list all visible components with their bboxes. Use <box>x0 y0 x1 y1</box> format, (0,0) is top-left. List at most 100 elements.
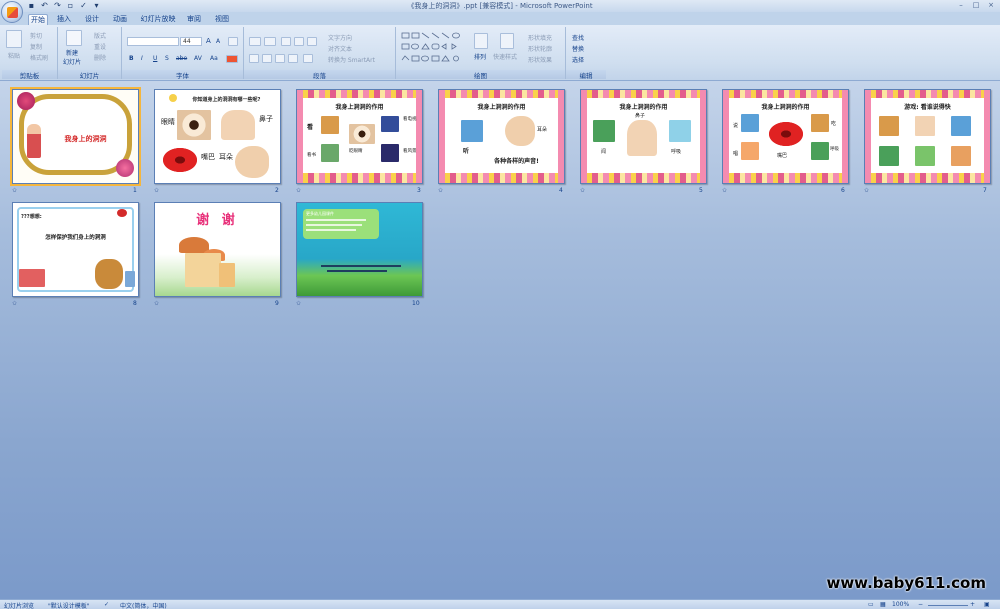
slide-10-transition-icon[interactable]: ✩ <box>296 300 301 307</box>
slide-thumbnail-3[interactable]: 我身上洞洞的作用 看 看电视 看书 看风景 眨眼睛 <box>296 89 423 184</box>
tab-insert[interactable]: 插入 <box>54 14 74 25</box>
slide-thumbnail-8[interactable]: ???想想: 怎样保护我们身上的洞洞 <box>12 202 139 297</box>
slide-5-number: 5 <box>699 187 703 194</box>
minimize-button[interactable]: – <box>954 0 968 10</box>
align-left-icon[interactable] <box>249 54 259 63</box>
tab-slideshow[interactable]: 幻灯片放映 <box>138 14 178 25</box>
new-slide-icon[interactable] <box>66 30 82 46</box>
justify-icon[interactable] <box>288 54 298 63</box>
clear-format-icon[interactable] <box>228 37 238 46</box>
slide-2-transition-icon[interactable]: ✩ <box>154 187 159 194</box>
slide-3-book-image <box>321 144 339 162</box>
slide-8-dog-image <box>95 259 123 289</box>
decrease-indent-icon[interactable] <box>281 37 291 46</box>
select-button[interactable]: 选择 <box>572 55 584 64</box>
italic-button[interactable]: I <box>141 55 143 62</box>
spell-check-icon[interactable]: ✓ <box>104 601 109 608</box>
slide-thumbnail-5[interactable]: 我身上洞洞的作用 鼻子 闻 呼吸 <box>580 89 707 184</box>
char-spacing-button[interactable]: AV <box>194 55 202 62</box>
increase-indent-icon[interactable] <box>294 37 304 46</box>
paste-icon[interactable] <box>6 30 22 48</box>
format-painter-button[interactable]: 格式刷 <box>30 53 48 62</box>
reset-button[interactable]: 重设 <box>94 42 106 51</box>
change-case-button[interactable]: Aa <box>210 55 218 62</box>
slide-1-transition-icon[interactable]: ✩ <box>12 187 17 194</box>
slide-6-title: 我身上洞洞的作用 <box>761 104 810 111</box>
title-bar: ▪ ↶ ↷ ▫ ✓ ▾ 《我身上的洞洞》.ppt [兼容模式] - Micros… <box>0 0 1000 12</box>
underline-button[interactable]: U <box>153 55 157 62</box>
slide-thumbnail-9[interactable]: 谢 谢 <box>154 202 281 297</box>
sorter-view-icon[interactable]: ▦ <box>880 601 886 608</box>
shapes-gallery[interactable] <box>400 31 464 65</box>
replace-button[interactable]: 替换 <box>572 44 584 53</box>
slide-7-transition-icon[interactable]: ✩ <box>864 187 869 194</box>
tab-design[interactable]: 设计 <box>82 14 102 25</box>
font-group: 44 A A B I U S abe AV Aa 字体 <box>122 27 244 80</box>
find-button[interactable]: 查找 <box>572 33 584 42</box>
tab-review[interactable]: 审阅 <box>184 14 204 25</box>
tab-view[interactable]: 视图 <box>212 14 232 25</box>
slides-group-label: 幻灯片 <box>58 70 121 80</box>
status-bar: 幻灯片浏览 "默认设计模板" ✓ 中文(简体，中国) ▭ ▦ 100% − + … <box>0 599 1000 609</box>
line-spacing-icon[interactable] <box>307 37 317 46</box>
smartart-button[interactable]: 转换为 SmartArt <box>328 55 375 64</box>
columns-icon[interactable] <box>303 54 313 63</box>
zoom-in-icon[interactable]: + <box>970 601 975 608</box>
arrange-icon[interactable] <box>474 33 488 49</box>
tab-home[interactable]: 开始 <box>28 14 48 25</box>
slide-thumbnail-7[interactable]: 游戏: 看谁说得快 <box>864 89 991 184</box>
normal-view-icon[interactable]: ▭ <box>868 601 874 608</box>
slide-5-transition-icon[interactable]: ✩ <box>580 187 585 194</box>
grow-font-button[interactable]: A <box>206 37 211 45</box>
delete-button[interactable]: 删除 <box>94 53 106 62</box>
slide-5-title: 我身上洞洞的作用 <box>619 104 668 111</box>
shadow-button[interactable]: S <box>165 55 169 62</box>
quick-styles-icon[interactable] <box>500 33 514 49</box>
status-language[interactable]: 中文(简体，中国) <box>120 601 167 609</box>
slide-4-title: 我身上洞洞的作用 <box>477 104 526 111</box>
slide-sorter[interactable]: 我身上的洞洞 ✩ 1 你知道身上的洞洞有哪一些呢? 眼睛 鼻子 嘴巴 耳朵 ✩ … <box>0 81 1000 599</box>
copy-button[interactable]: 复制 <box>30 42 42 51</box>
slide-thumbnail-4[interactable]: 我身上洞洞的作用 听 耳朵 各种各样的声音! <box>438 89 565 184</box>
fit-window-icon[interactable]: ▣ <box>984 601 990 608</box>
status-theme[interactable]: "默认设计模板" <box>48 601 90 609</box>
bold-button[interactable]: B <box>129 55 134 62</box>
text-direction-button[interactable]: 文字方向 <box>328 33 352 42</box>
slide-9-transition-icon[interactable]: ✩ <box>154 300 159 307</box>
strikethrough-button[interactable]: abe <box>176 55 187 62</box>
numbering-icon[interactable] <box>264 37 276 46</box>
align-text-button[interactable]: 对齐文本 <box>328 44 352 53</box>
slide-8-transition-icon[interactable]: ✩ <box>12 300 17 307</box>
zoom-level[interactable]: 100% <box>892 601 909 608</box>
slide-thumbnail-2[interactable]: 你知道身上的洞洞有哪一些呢? 眼睛 鼻子 嘴巴 耳朵 <box>154 89 281 184</box>
slide-thumbnail-1[interactable]: 我身上的洞洞 <box>10 87 141 186</box>
shape-outline-button[interactable]: 形状轮廓 <box>528 44 552 53</box>
font-name-combo[interactable] <box>127 37 179 46</box>
tab-animations[interactable]: 动画 <box>110 14 130 25</box>
slide-4-transition-icon[interactable]: ✩ <box>438 187 443 194</box>
slide-3-flower-border <box>297 90 422 98</box>
clipboard-group: 粘贴 剪切 复制 格式刷 剪贴板 <box>2 27 58 80</box>
font-color-icon[interactable] <box>226 55 238 63</box>
bullets-icon[interactable] <box>249 37 261 46</box>
slide-6-transition-icon[interactable]: ✩ <box>722 187 727 194</box>
slide-3-transition-icon[interactable]: ✩ <box>296 187 301 194</box>
close-button[interactable]: × <box>984 0 998 10</box>
align-center-icon[interactable] <box>262 54 272 63</box>
zoom-slider[interactable] <box>928 605 968 606</box>
shape-fill-button[interactable]: 形状填充 <box>528 33 552 42</box>
shape-effects-button[interactable]: 形状效果 <box>528 55 552 64</box>
align-right-icon[interactable] <box>275 54 285 63</box>
slide-7-image <box>879 146 899 166</box>
slide-thumbnail-6[interactable]: 我身上洞洞的作用 说 吃 唱 嘴巴 呼吸 <box>722 89 849 184</box>
slide-5-flower-border <box>581 173 706 183</box>
zoom-out-icon[interactable]: − <box>918 601 923 608</box>
slide-9-house <box>185 253 221 287</box>
font-size-combo[interactable]: 44 <box>180 37 202 46</box>
office-button[interactable] <box>1 1 23 23</box>
layout-button[interactable]: 版式 <box>94 31 106 40</box>
cut-button[interactable]: 剪切 <box>30 31 42 40</box>
shrink-font-button[interactable]: A <box>216 38 220 45</box>
slide-thumbnail-10[interactable]: 更多幼儿园课件 <box>296 202 423 297</box>
maximize-button[interactable]: □ <box>969 0 983 10</box>
